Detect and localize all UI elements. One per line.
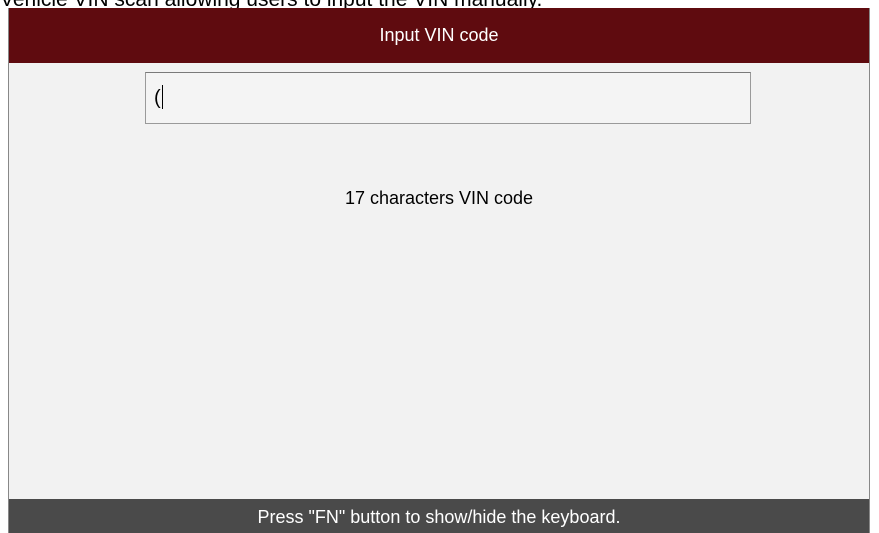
vin-input-field[interactable]: (	[145, 72, 751, 124]
text-cursor	[161, 85, 163, 110]
status-bar: Press "FN" button to show/hide the keybo…	[9, 499, 869, 533]
vin-length-hint: 17 characters VIN code	[344, 188, 534, 208]
vin-input-value: (	[154, 87, 161, 109]
vin-input-screen: Input VIN code ( 17 characters VIN code …	[8, 8, 870, 533]
screen-title: Input VIN code	[379, 25, 499, 45]
title-bar: Input VIN code	[9, 8, 869, 63]
page: Vehicle VIN scan allowing users to input…	[0, 0, 879, 533]
keyboard-hint-text: Press "FN" button to show/hide the keybo…	[257, 507, 621, 527]
page-caption: Vehicle VIN scan allowing users to input…	[0, 0, 879, 8]
